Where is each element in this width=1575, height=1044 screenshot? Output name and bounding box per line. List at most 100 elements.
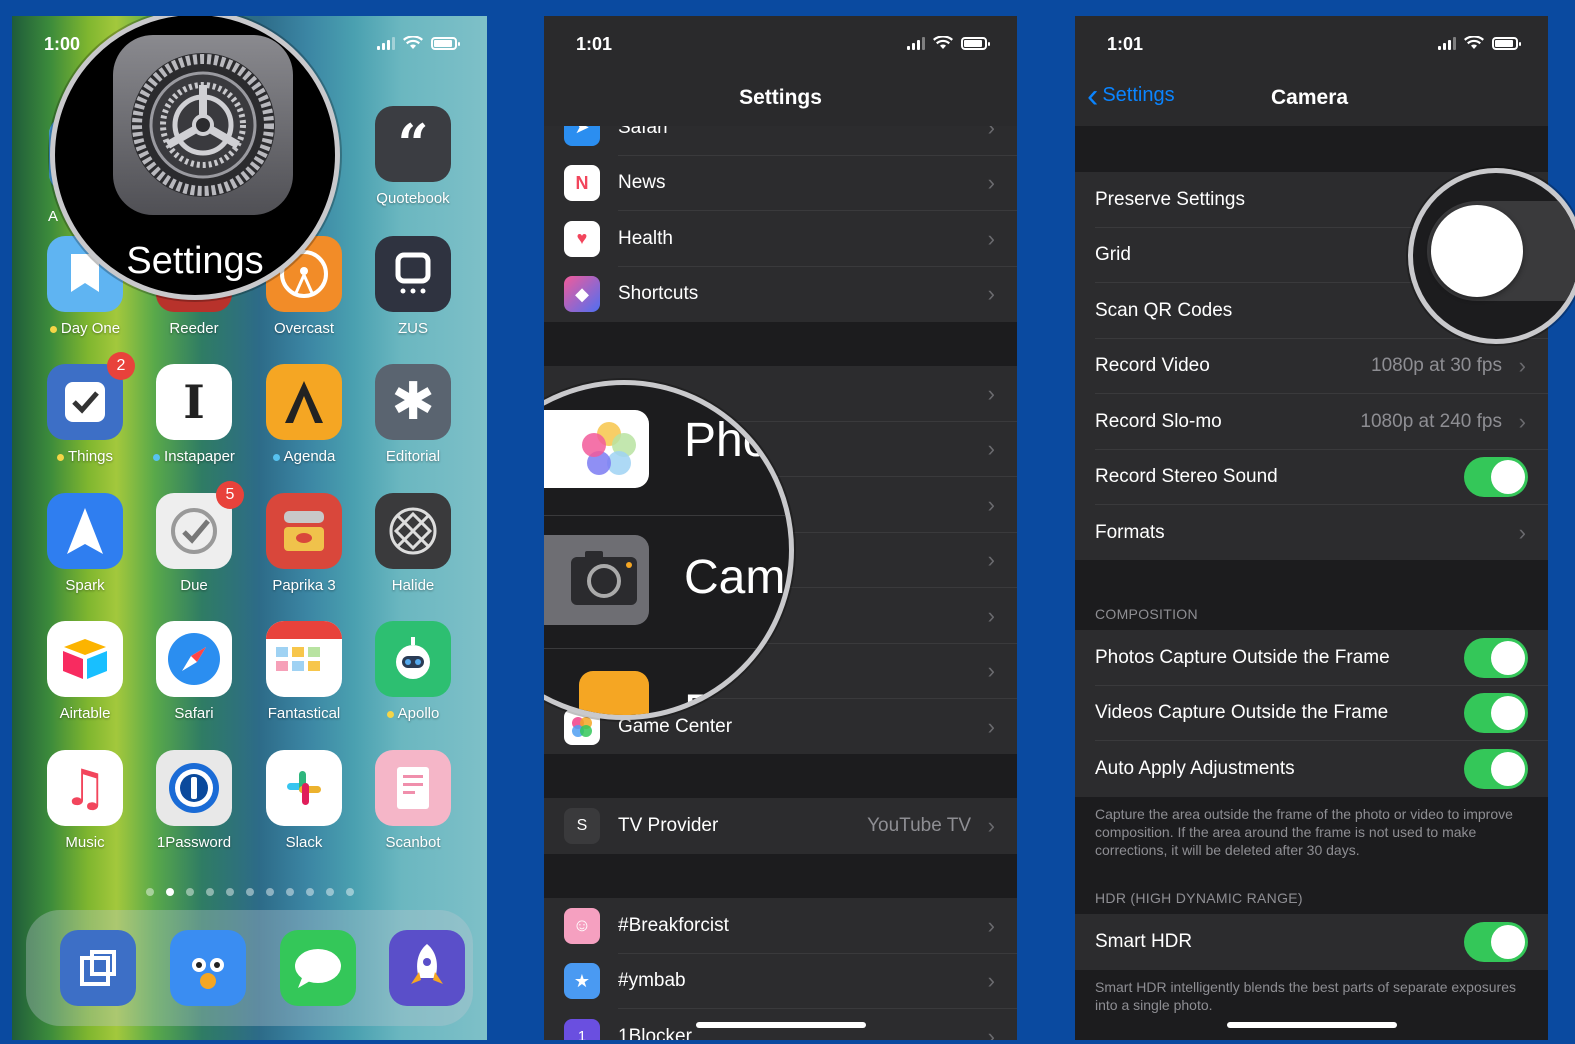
stereo-sound-toggle[interactable]	[1464, 457, 1528, 498]
row-label: Record Stereo Sound	[1095, 466, 1278, 488]
row-label: Record Video	[1095, 355, 1210, 377]
wifi-icon	[1464, 36, 1484, 49]
row-label: #Breakforcist	[618, 914, 729, 936]
app-things[interactable]: 2 Things	[35, 352, 135, 465]
row-value: 1080p at 30 fps	[1371, 355, 1502, 377]
notification-badge: 5	[216, 481, 244, 509]
app-label: Music	[65, 834, 105, 851]
app-instapaper[interactable]: I Instapaper	[144, 364, 244, 465]
row-formats[interactable]: Formats ›	[1075, 505, 1548, 561]
settings-row-ymbab[interactable]: ★ #ymbab ›	[544, 954, 1017, 1010]
signal-icon	[1438, 36, 1456, 50]
row-record-slo-mo[interactable]: Record Slo-mo 1080p at 240 fps ›	[1075, 394, 1548, 450]
chevron-right-icon: ›	[1518, 519, 1526, 545]
hdr-footer: Smart HDR intelligently blends the best …	[1095, 979, 1516, 1013]
app-apollo[interactable]: Apollo	[363, 621, 463, 722]
app-label: Overcast	[273, 320, 334, 337]
page-title: Camera	[1271, 86, 1349, 109]
app-label: Editorial	[385, 448, 441, 465]
app-agenda[interactable]: Agenda	[254, 364, 354, 465]
app-airtable[interactable]: Airtable	[35, 621, 135, 722]
dock-app-copied[interactable]	[48, 930, 148, 1006]
row-label: 1Blocker	[618, 1025, 692, 1040]
settings-row-shortcuts[interactable]: ◆ Shortcuts ›	[544, 267, 1017, 323]
airtable-icon	[47, 621, 123, 697]
app-editorial[interactable]: ✱ Editorial	[363, 364, 463, 465]
chevron-right-icon: ›	[987, 912, 995, 938]
auto-apply-toggle[interactable]	[1464, 748, 1528, 789]
settings-app-label: Settings	[126, 240, 264, 282]
settings-row-health[interactable]: ♥ Health ›	[544, 211, 1017, 267]
grid-toggle[interactable]	[1427, 201, 1575, 301]
gear-icon[interactable]	[113, 35, 293, 215]
dock-app-messages[interactable]	[268, 930, 368, 1006]
settings-row-tv-provider[interactable]: S TV Provider YouTube TV ›	[544, 798, 1017, 854]
chevron-right-icon: ›	[987, 812, 995, 838]
ymbab-icon: ★	[564, 963, 600, 1000]
partial-app-label: A	[48, 208, 59, 225]
agenda-icon	[266, 364, 342, 440]
app-due[interactable]: 5 Due	[144, 481, 244, 594]
zus-icon	[375, 236, 451, 312]
app-label: Halide	[391, 577, 435, 594]
settings-screen: 1:01 Settings ➤ Safari › N News › ♥ Health…	[544, 16, 1017, 1040]
row-label: Auto Apply Adjustments	[1095, 757, 1295, 779]
chevron-right-icon: ›	[987, 968, 995, 994]
app-halide[interactable]: Halide	[363, 493, 463, 594]
dock-app-tweetbot[interactable]	[158, 930, 258, 1006]
app-paprika[interactable]: Paprika 3	[254, 493, 354, 594]
section-header-hdr: HDR (HIGH DYNAMIC RANGE)	[1095, 890, 1303, 906]
settings-magnifier: Settings	[50, 16, 340, 300]
app-label: 1Password	[156, 834, 232, 851]
app-music[interactable]: ♫ Music	[35, 750, 135, 851]
page-indicator[interactable]	[12, 888, 487, 896]
app-scanbot[interactable]: Scanbot	[363, 750, 463, 851]
app-label: Apollo	[397, 705, 440, 722]
app-label: Slack	[285, 834, 323, 851]
camera-icon[interactable]	[544, 535, 649, 625]
home-indicator[interactable]	[695, 1022, 866, 1028]
videos-outside-frame-toggle[interactable]	[1464, 693, 1528, 734]
chevron-right-icon: ›	[987, 436, 995, 462]
app-spark[interactable]: Spark	[35, 493, 135, 594]
settings-row-safari[interactable]: ➤ Safari ›	[544, 126, 1017, 156]
app-safari[interactable]: Safari	[144, 621, 244, 722]
settings-row-breakforcist[interactable]: ☺ #Breakforcist ›	[544, 898, 1017, 954]
app-zus[interactable]: ZUS	[363, 236, 463, 337]
dock-app-launcher[interactable]	[377, 930, 477, 1006]
chevron-right-icon: ›	[1518, 353, 1526, 379]
row-value: YouTube TV	[867, 814, 971, 836]
settings-group-tv: S TV Provider YouTube TV ›	[544, 798, 1017, 854]
row-label: Health	[618, 227, 673, 249]
wifi-icon	[933, 36, 953, 49]
app-fantastical[interactable]: Fantastical	[254, 621, 354, 722]
row-label: Photos Capture Outside the Frame	[1095, 646, 1390, 668]
row-record-video[interactable]: Record Video 1080p at 30 fps ›	[1075, 339, 1548, 395]
status-time: 1:01	[576, 34, 613, 54]
home-screen: 1:00 A “ Quotebook Day One Reeder Overca…	[12, 16, 487, 1040]
paper-plane-icon	[47, 493, 123, 569]
smart-hdr-toggle[interactable]	[1464, 921, 1528, 962]
row-label: TV Provider	[618, 814, 719, 836]
row-label: Scan QR Codes	[1095, 299, 1233, 321]
row-photos-capture-outside: Photos Capture Outside the Frame	[1075, 630, 1548, 686]
app-label: ZUS	[398, 320, 428, 337]
row-label: Grid	[1095, 244, 1131, 266]
app-1password[interactable]: 1Password	[144, 750, 244, 851]
app-label: Reeder	[169, 320, 219, 337]
camera-label: Camera	[684, 551, 789, 604]
message-bubble-icon	[280, 930, 356, 1006]
partial-label: Rea	[684, 686, 773, 720]
home-indicator[interactable]	[1226, 1022, 1397, 1028]
tv-provider-icon: S	[564, 807, 600, 844]
calendar-icon	[266, 621, 342, 697]
settings-row-news[interactable]: N News ›	[544, 156, 1017, 212]
compass-icon	[156, 621, 232, 697]
photos-outside-frame-toggle[interactable]	[1464, 637, 1528, 678]
settings-group-third-party: ☺ #Breakforcist › ★ #ymbab › 1 1Blocker ›	[544, 898, 1017, 1040]
aperture-icon	[375, 493, 451, 569]
checkbox-icon: 2	[47, 352, 135, 440]
page-title: Settings	[739, 86, 822, 109]
app-quotebook[interactable]: “ Quotebook	[363, 106, 463, 207]
app-slack[interactable]: Slack	[254, 750, 354, 851]
